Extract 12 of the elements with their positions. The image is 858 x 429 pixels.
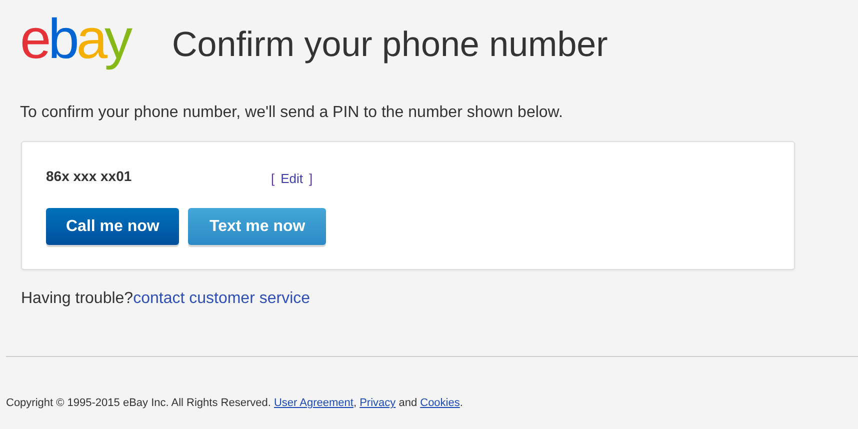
page-title: Confirm your phone number [172,25,608,65]
edit-link[interactable]: Edit [280,170,304,186]
link[interactable]: Cookies [420,397,460,409]
link[interactable]: User Agreement [274,397,354,409]
copyright-text: Copyright © 1995-2015 eBay Inc. All Rights Reserved. User Agreement, Privacy and Cookies. [6,397,464,409]
phone-number: 86x xxx xx01 [46,168,133,184]
link[interactable]: contact customer service [133,290,310,307]
edit-link-group: [ Edit ] [271,166,313,186]
call-button[interactable]: Call me now [46,208,180,245]
intro-text: To confirm your phone number, we'll send a PIN to the number shown below. [20,104,564,122]
link[interactable]: Privacy [360,397,396,409]
help-text: Having trouble?contact customer service [21,290,312,308]
